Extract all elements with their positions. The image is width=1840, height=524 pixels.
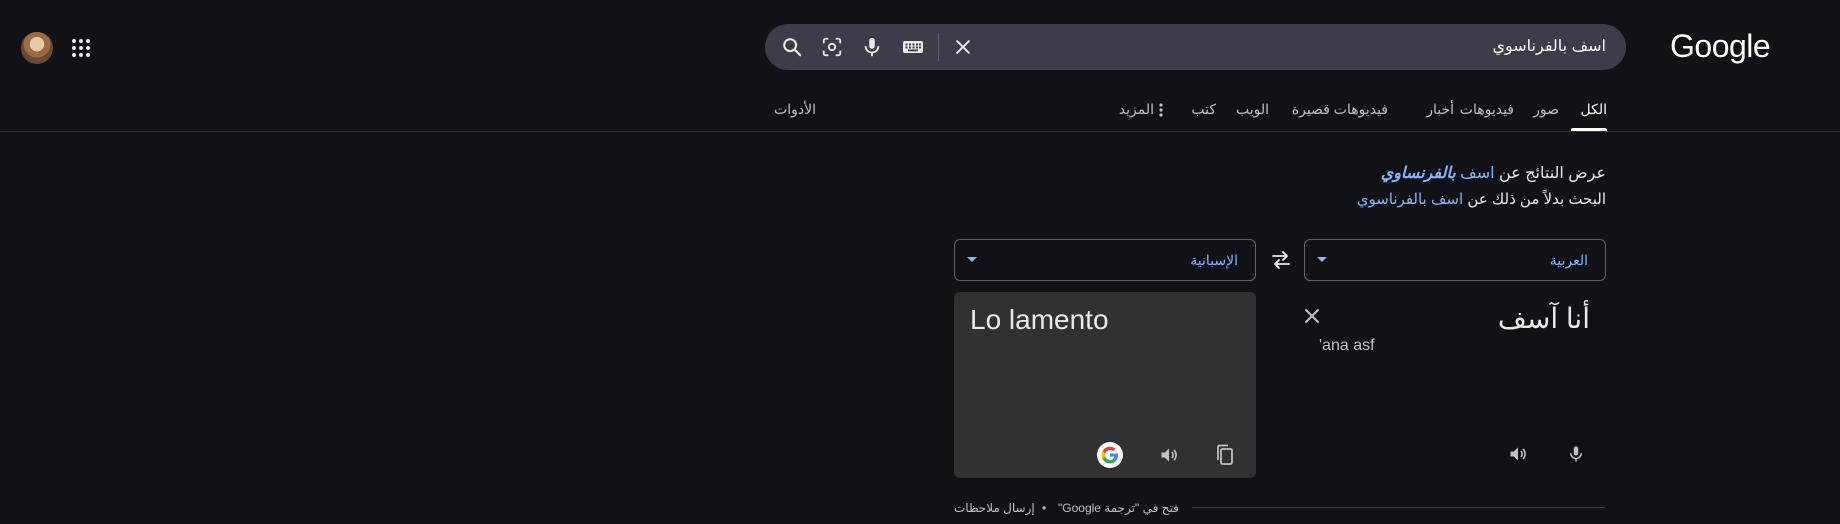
search-divider xyxy=(938,33,939,61)
open-in-google-translate-link[interactable]: فتح في "ترجمة Google" xyxy=(1058,501,1179,515)
instead-prefix: البحث بدلاً من ذلك عن xyxy=(1467,191,1606,208)
apps-icon[interactable] xyxy=(71,38,91,58)
showing-prefix: عرض النتائج عن xyxy=(1499,165,1606,182)
target-language-select[interactable]: الإسبانية xyxy=(954,239,1256,281)
source-language-select[interactable]: العربية xyxy=(1304,239,1606,281)
footer-divider xyxy=(1192,507,1605,508)
tab-news[interactable]: أخبار xyxy=(1426,101,1454,118)
lens-icon[interactable] xyxy=(820,35,844,59)
search-icon[interactable] xyxy=(780,35,804,59)
chevron-down-icon xyxy=(1317,257,1327,262)
close-icon[interactable] xyxy=(951,35,975,59)
tab-short-videos[interactable]: فيديوهات قصيرة xyxy=(1292,101,1388,118)
original-query-link[interactable]: اسف بالفرناسوي xyxy=(1357,191,1463,208)
google-logo[interactable]: Google xyxy=(1670,28,1771,65)
speaker-icon[interactable] xyxy=(1506,442,1530,466)
keyboard-icon[interactable] xyxy=(901,35,925,59)
corrected-emphasis: بالفرنساوي xyxy=(1380,165,1456,182)
speaker-icon[interactable] xyxy=(1157,443,1181,467)
copy-icon[interactable] xyxy=(1213,443,1237,467)
tab-all[interactable]: الكل xyxy=(1581,101,1608,118)
clear-source-icon[interactable] xyxy=(1302,306,1322,326)
translation-output: Lo lamento xyxy=(970,304,1109,335)
avatar[interactable] xyxy=(21,32,53,64)
target-language-label: الإسبانية xyxy=(1190,252,1238,268)
showing-results-for: عرض النتائج عن اسف بالفرنساوي xyxy=(1381,163,1606,183)
transliteration: 'ana asf xyxy=(1319,337,1375,354)
search-bar[interactable]: اسف بالفرناسوي xyxy=(765,24,1626,70)
more-vert-icon xyxy=(1159,102,1163,117)
mic-icon[interactable] xyxy=(1564,442,1588,466)
corrected-query-link[interactable]: اسف بالفرنساوي xyxy=(1381,165,1495,182)
tabs-divider xyxy=(0,131,1840,132)
tab-more[interactable]: المزيد xyxy=(1119,101,1163,118)
source-language-label: العربية xyxy=(1549,252,1588,268)
tab-videos[interactable]: فيديوهات xyxy=(1460,101,1514,118)
tab-web[interactable]: الويب xyxy=(1236,101,1269,118)
footer-separator: • xyxy=(1042,501,1047,515)
mic-icon[interactable] xyxy=(860,35,884,59)
chevron-down-icon xyxy=(967,257,977,262)
search-input[interactable]: اسف بالفرناسوي xyxy=(1492,24,1606,70)
tab-books[interactable]: كتب xyxy=(1191,101,1216,118)
google-g-icon[interactable] xyxy=(1097,442,1123,468)
corrected-plain: اسف xyxy=(1460,165,1495,182)
tools-button[interactable]: الأدوات xyxy=(774,101,816,118)
tab-images[interactable]: صور xyxy=(1533,101,1559,118)
swap-languages-icon[interactable] xyxy=(1269,249,1293,271)
search-instead-for: البحث بدلاً من ذلك عن اسف بالفرناسوي xyxy=(1357,190,1606,208)
send-feedback-link[interactable]: إرسال ملاحظات xyxy=(954,501,1035,515)
source-text[interactable]: أنا آسف xyxy=(1498,302,1590,335)
tab-more-label: المزيد xyxy=(1118,101,1154,117)
